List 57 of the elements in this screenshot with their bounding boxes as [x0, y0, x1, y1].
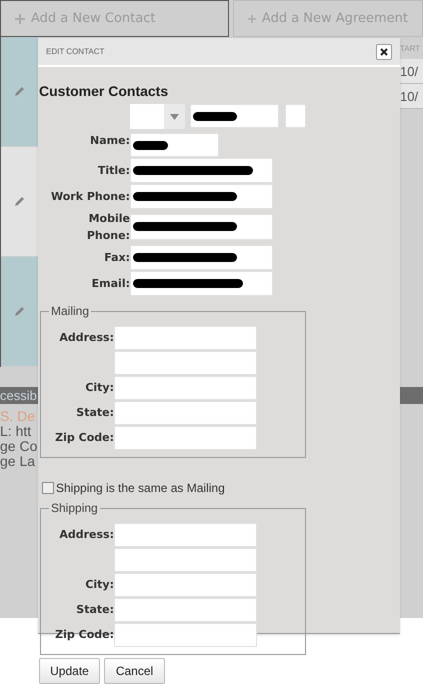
input-field[interactable]	[114, 523, 257, 547]
info-text: L: htt	[0, 424, 32, 439]
info-text: ge Co	[0, 439, 38, 454]
select-field[interactable]	[130, 104, 185, 129]
pencil-icon[interactable]	[14, 86, 25, 97]
input-field[interactable]	[190, 104, 279, 128]
input-field[interactable]	[114, 426, 257, 450]
input-field[interactable]	[114, 326, 257, 350]
input-field[interactable]	[130, 133, 219, 157]
plus-icon	[15, 14, 25, 24]
info-text: ge La	[0, 454, 36, 469]
table-cell: 10/	[400, 59, 423, 84]
field-label: City:	[85, 578, 114, 592]
checkbox[interactable]	[42, 482, 54, 494]
field-label: Email:	[92, 276, 130, 290]
close-button[interactable]	[376, 44, 392, 60]
pencil-icon[interactable]	[14, 196, 25, 207]
dialog-title: EDIT CONTACT	[46, 46, 104, 58]
field-label: Title:	[98, 164, 130, 178]
close-icon	[380, 48, 388, 56]
field-label: Zip Code:	[55, 628, 114, 642]
input-field[interactable]	[130, 271, 273, 296]
input-field[interactable]	[114, 376, 257, 400]
input-field[interactable]	[285, 104, 306, 128]
input-field[interactable]	[114, 598, 257, 622]
plus-icon	[248, 14, 256, 24]
input-field[interactable]	[114, 401, 257, 425]
pencil-icon[interactable]	[14, 306, 25, 317]
table-row[interactable]	[1, 37, 38, 147]
table-row[interactable]	[1, 147, 38, 257]
dialog-button[interactable]: Cancel	[104, 658, 165, 684]
table-row[interactable]	[1, 257, 38, 367]
field-label: Address:	[59, 528, 114, 542]
input-field[interactable]	[130, 214, 273, 240]
dropdown-arrow-icon	[170, 114, 179, 120]
input-field[interactable]	[114, 351, 257, 375]
dialog-heading: Customer Contacts	[38, 82, 170, 99]
field-label: Fax:	[104, 250, 130, 264]
link-text[interactable]: S. De	[0, 409, 38, 424]
input-field[interactable]	[114, 573, 257, 597]
field-label: Work Phone:	[50, 190, 130, 204]
field-label: Mobile Phone:	[86, 211, 130, 244]
field-label: State:	[76, 406, 114, 420]
input-field[interactable]	[130, 158, 273, 183]
table-cell: 10/	[400, 84, 423, 109]
checkbox-label: Shipping is the same as Mailing	[56, 480, 225, 497]
field-label: State:	[76, 603, 114, 617]
field-label: Zip Code:	[55, 431, 114, 445]
input-field[interactable]	[114, 548, 257, 572]
fieldset-legend: Shipping	[49, 501, 100, 515]
dialog-button[interactable]: Update	[39, 658, 100, 684]
input-field[interactable]	[114, 623, 257, 647]
input-field[interactable]	[130, 245, 273, 270]
fieldset-legend: Mailing	[49, 304, 92, 318]
field-label: Address:	[59, 331, 114, 345]
field-label: Name:	[90, 134, 130, 148]
input-field[interactable]	[130, 184, 273, 209]
